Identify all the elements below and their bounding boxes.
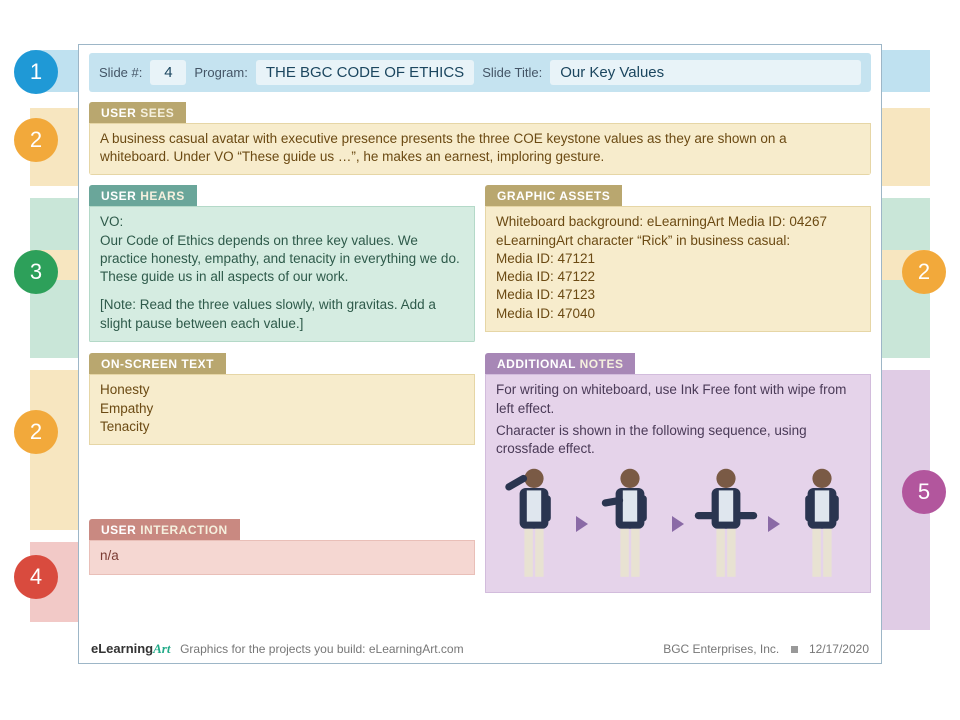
character-pose-2 <box>594 464 666 584</box>
tab-text: INTERACTION <box>140 523 228 537</box>
user-hears-body: VO: Our Code of Ethics depends on three … <box>89 206 475 341</box>
brand-text: Art <box>153 641 170 656</box>
ost-item: Honesty <box>100 381 464 399</box>
asset-line: eLearningArt character “Rick” in busines… <box>496 232 860 250</box>
badge-3: 3 <box>14 250 58 294</box>
slide-title-label: Slide Title: <box>482 65 542 80</box>
tab-text: USER <box>101 189 140 203</box>
panel-user-sees: USER SEES A business casual avatar with … <box>89 102 871 175</box>
badge-2: 2 <box>14 410 58 454</box>
asset-line: Media ID: 47122 <box>496 268 860 286</box>
play-arrow-icon <box>672 516 684 532</box>
program-label: Program: <box>194 65 247 80</box>
tab-user-sees: USER SEES <box>89 102 186 123</box>
tab-additional-notes: ADDITIONAL NOTES <box>485 353 635 374</box>
footer-right: BGC Enterprises, Inc. 12/17/2020 <box>663 642 869 656</box>
badge-2: 2 <box>14 118 58 162</box>
brand-logo: eLearningArt <box>91 641 174 656</box>
asset-line: Media ID: 47121 <box>496 250 860 268</box>
tab-text: HEARS <box>140 189 185 203</box>
asset-line: Whiteboard background: eLearningArt Medi… <box>496 213 860 231</box>
character-pose-1 <box>498 464 570 584</box>
footer-date: 12/17/2020 <box>809 642 869 656</box>
panel-additional-notes: ADDITIONAL NOTES For writing on whiteboa… <box>485 353 871 595</box>
panel-graphic-assets: GRAPHIC ASSETS Whiteboard background: eL… <box>485 185 871 343</box>
tab-graphic-assets: GRAPHIC ASSETS <box>485 185 622 206</box>
user-sees-body: A business casual avatar with executive … <box>89 123 871 175</box>
page-footer: eLearningArt Graphics for the projects y… <box>91 641 869 657</box>
square-bullet-icon <box>791 646 798 653</box>
notes-line: For writing on whiteboard, use Ink Free … <box>496 381 860 417</box>
slide-header: Slide #: 4 Program: THE BGC CODE OF ETHI… <box>89 53 871 92</box>
asset-line: Media ID: 47040 <box>496 305 860 323</box>
tab-text: NOTES <box>580 357 624 371</box>
character-sequence <box>496 464 860 584</box>
slide-title-value: Our Key Values <box>550 60 861 85</box>
tab-user-interaction: USER INTERACTION <box>89 519 240 540</box>
notes-line: Character is shown in the following sequ… <box>496 422 860 458</box>
play-arrow-icon <box>768 516 780 532</box>
tab-text: USER <box>101 106 140 120</box>
footer-company: BGC Enterprises, Inc. <box>663 642 779 656</box>
play-arrow-icon <box>576 516 588 532</box>
badge-2: 2 <box>902 250 946 294</box>
graphic-assets-body: Whiteboard background: eLearningArt Medi… <box>485 206 871 331</box>
tab-onscreen-text: ON-SCREEN TEXT <box>89 353 226 374</box>
slide-number-value: 4 <box>150 60 186 85</box>
onscreen-text-body: Honesty Empathy Tenacity <box>89 374 475 445</box>
vo-note: [Note: Read the three values slowly, wit… <box>100 296 464 332</box>
ost-item: Empathy <box>100 400 464 418</box>
tab-text: SEES <box>140 106 174 120</box>
program-value: THE BGC CODE OF ETHICS <box>256 60 474 85</box>
panel-onscreen-text: ON-SCREEN TEXT Honesty Empathy Tenacity <box>89 353 475 509</box>
tab-text: ADDITIONAL <box>497 357 580 371</box>
tab-user-hears: USER HEARS <box>89 185 197 206</box>
badge-4: 4 <box>14 555 58 599</box>
vo-label: VO: <box>100 213 464 231</box>
character-pose-4 <box>786 464 858 584</box>
footer-left: eLearningArt Graphics for the projects y… <box>91 641 464 657</box>
panel-user-interaction: USER INTERACTION n/a <box>89 519 475 595</box>
footer-tagline: Graphics for the projects you build: eLe… <box>180 642 463 656</box>
additional-notes-body: For writing on whiteboard, use Ink Free … <box>485 374 871 593</box>
vo-body: Our Code of Ethics depends on three key … <box>100 232 464 287</box>
badge-5: 5 <box>902 470 946 514</box>
asset-line: Media ID: 47123 <box>496 286 860 304</box>
ost-item: Tenacity <box>100 418 464 436</box>
panel-user-hears: USER HEARS VO: Our Code of Ethics depend… <box>89 185 475 343</box>
tab-text: USER <box>101 523 140 537</box>
user-interaction-body: n/a <box>89 540 475 574</box>
storyboard-page: Slide #: 4 Program: THE BGC CODE OF ETHI… <box>78 44 882 664</box>
slide-number-label: Slide #: <box>99 65 142 80</box>
character-pose-3 <box>690 464 762 584</box>
brand-text: eLearning <box>91 641 153 656</box>
badge-1: 1 <box>14 50 58 94</box>
